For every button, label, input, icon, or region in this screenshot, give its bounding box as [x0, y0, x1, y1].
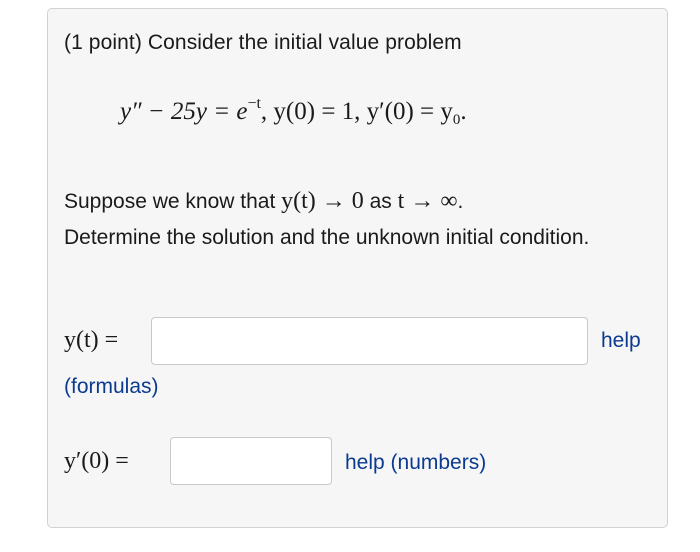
yt-help-link[interactable]: help [601, 329, 641, 353]
statement-math-2: t → ∞ [397, 188, 458, 214]
statement-math-1: y(t) → 0 [281, 188, 364, 214]
equation-lhs: y″ − 25y = e [120, 98, 248, 125]
problem-intro: (1 point) Consider the initial value pro… [64, 31, 462, 54]
problem-statement: Suppose we know that y(t) → 0 as t → ∞. … [64, 183, 624, 256]
statement-text-1: Suppose we know that [64, 190, 282, 213]
equation-initial-conditions: , y(0) = 1, y′(0) = y [260, 98, 453, 125]
statement-text-3: . [457, 190, 464, 213]
yprime0-answer-input[interactable] [170, 437, 332, 485]
yt-answer-input[interactable] [151, 317, 588, 365]
differential-equation: y″ − 25y = e−t, y(0) = 1, y′(0) = y0. [120, 95, 467, 129]
statement-text-2: as [363, 190, 398, 213]
equation-exponent: −t [247, 95, 261, 112]
yprime0-label: y′(0) = [64, 448, 129, 474]
formulas-help-link[interactable]: (formulas) [64, 375, 159, 399]
problem-card: (1 point) Consider the initial value pro… [47, 8, 668, 528]
numbers-help-link[interactable]: help (numbers) [345, 451, 486, 475]
statement-instruction: Determine the solution and the unknown i… [64, 226, 590, 249]
yt-label: y(t) = [64, 327, 119, 353]
equation-period: . [460, 98, 467, 125]
